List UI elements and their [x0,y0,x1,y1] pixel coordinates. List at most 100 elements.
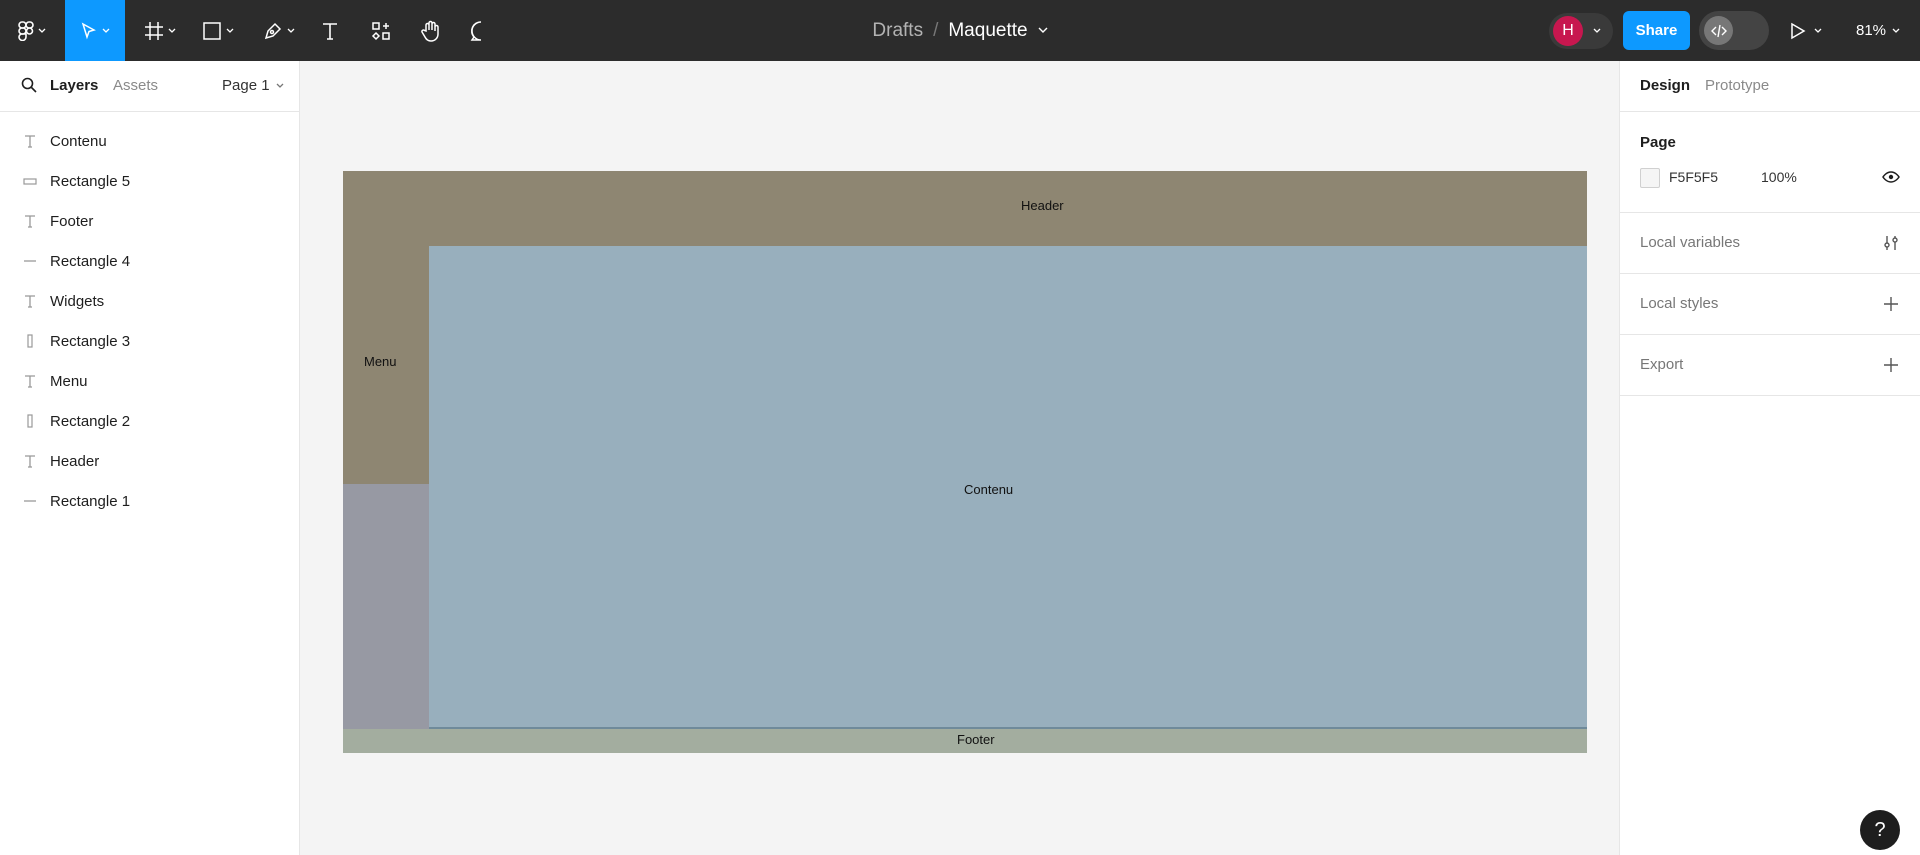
chevron-down-icon [1892,28,1900,33]
layer-label: Footer [50,212,94,230]
comment-icon [470,20,482,41]
local-variables-section[interactable]: Local variables [1620,213,1920,274]
eye-icon[interactable] [1882,168,1900,186]
layer-label: Rectangle 4 [50,252,131,270]
multiplayer-avatars[interactable]: H [1549,13,1613,49]
breadcrumb-drafts[interactable]: Drafts [872,20,923,42]
footer-rectangle[interactable]: Footer [343,729,1587,753]
page-color-hex[interactable]: F5F5F5 [1669,169,1718,185]
layer-row[interactable]: Widgets [0,281,299,321]
local-styles-section[interactable]: Local styles [1620,274,1920,335]
frame-icon [145,21,163,40]
hand-tool-button[interactable] [416,0,446,61]
export-section[interactable]: Export [1620,335,1920,396]
resources-icon [371,21,390,40]
text-icon [22,213,38,229]
chevron-down-icon [38,28,46,33]
page-selector-label: Page 1 [222,77,270,94]
frame-maquette[interactable]: Header Menu Contenu Footer [343,171,1587,753]
line-rectangle-icon [22,493,38,509]
layer-row[interactable]: Rectangle 3 [0,321,299,361]
code-icon [1704,16,1733,45]
tab-prototype[interactable]: Prototype [1705,77,1769,94]
line-rectangle-icon [22,253,38,269]
chevron-down-icon [276,83,284,88]
add-icon[interactable] [1882,356,1900,374]
chevron-down-icon [287,28,295,33]
page-selector[interactable]: Page 1 [222,77,284,94]
page-color-opacity[interactable]: 100% [1761,169,1797,185]
local-variables-label: Local variables [1640,234,1741,251]
properties-panel: Design Prototype Page F5F5F5 100% Local … [1619,61,1920,855]
layer-label: Rectangle 3 [50,332,131,350]
left-panel-tabs: Layers Assets Page 1 [0,61,299,112]
page-section: Page F5F5F5 100% [1620,112,1920,213]
hand-icon [421,20,439,42]
tall-rectangle-icon [22,333,38,349]
main-menu-button[interactable] [12,0,52,61]
layer-row[interactable]: Contenu [0,121,299,161]
top-toolbar: Drafts / Maquette H Share 81% [0,0,1920,61]
chevron-down-icon [102,28,110,33]
text-icon [22,373,38,389]
menu-text[interactable]: Menu [364,354,397,369]
content-rectangle[interactable]: Contenu [429,246,1587,729]
layer-label: Widgets [50,292,105,310]
layer-label: Rectangle 5 [50,172,131,190]
layer-row[interactable]: Rectangle 1 [0,481,299,521]
text-tool-button[interactable] [316,0,344,61]
figma-logo-icon [18,20,34,41]
resources-button[interactable] [366,0,396,61]
content-text[interactable]: Contenu [964,482,1013,497]
text-icon [22,133,38,149]
pen-tool-button[interactable] [257,0,301,61]
tall-rectangle-icon [22,413,38,429]
dev-mode-toggle[interactable] [1699,11,1769,50]
layer-row[interactable]: Header [0,441,299,481]
widgets-rectangle[interactable] [343,484,429,729]
layer-label: Menu [50,372,88,390]
move-tool-button[interactable] [65,0,125,61]
page-section-title: Page [1640,134,1676,151]
layer-row[interactable]: Menu [0,361,299,401]
search-icon[interactable] [21,77,37,93]
present-button[interactable] [1790,0,1822,61]
avatar[interactable]: H [1553,16,1583,46]
file-name-menu[interactable]: Maquette [948,19,1048,42]
breadcrumb-separator: / [933,19,939,41]
layer-row[interactable]: Rectangle 2 [0,401,299,441]
page-color-swatch[interactable] [1640,168,1660,188]
rectangle-icon [203,21,221,40]
frame-tool-button[interactable] [138,0,182,61]
tab-design[interactable]: Design [1640,77,1690,94]
shape-tool-button[interactable] [196,0,240,61]
chevron-down-icon [1038,27,1048,33]
cursor-icon [81,21,96,39]
file-name: Maquette [948,19,1028,41]
add-icon[interactable] [1882,295,1900,313]
menu-rectangle[interactable]: Menu [343,246,429,484]
tab-assets[interactable]: Assets [113,77,158,94]
tab-layers[interactable]: Layers [50,77,98,94]
footer-text[interactable]: Footer [957,732,995,747]
help-button[interactable]: ? [1860,810,1900,850]
variables-settings-icon[interactable] [1882,234,1900,252]
chevron-down-icon [1814,28,1822,33]
comment-tool-button[interactable] [466,0,496,61]
layer-label: Rectangle 2 [50,412,131,430]
header-text[interactable]: Header [1021,198,1064,213]
layers-panel: Layers Assets Page 1 Contenu Rectangle 5 F… [0,61,300,855]
layer-label: Contenu [50,132,107,150]
layer-label: Header [50,452,100,470]
chevron-down-icon [168,28,176,33]
layer-row[interactable]: Rectangle 5 [0,161,299,201]
zoom-menu[interactable]: 81% [1856,0,1900,61]
share-button[interactable]: Share [1623,11,1690,50]
chevron-down-icon [1593,28,1601,33]
pen-icon [264,22,282,39]
layer-row[interactable]: Footer [0,201,299,241]
layer-row[interactable]: Rectangle 4 [0,241,299,281]
text-icon [323,22,337,40]
text-icon [22,293,38,309]
header-rectangle[interactable]: Header [343,171,1587,246]
